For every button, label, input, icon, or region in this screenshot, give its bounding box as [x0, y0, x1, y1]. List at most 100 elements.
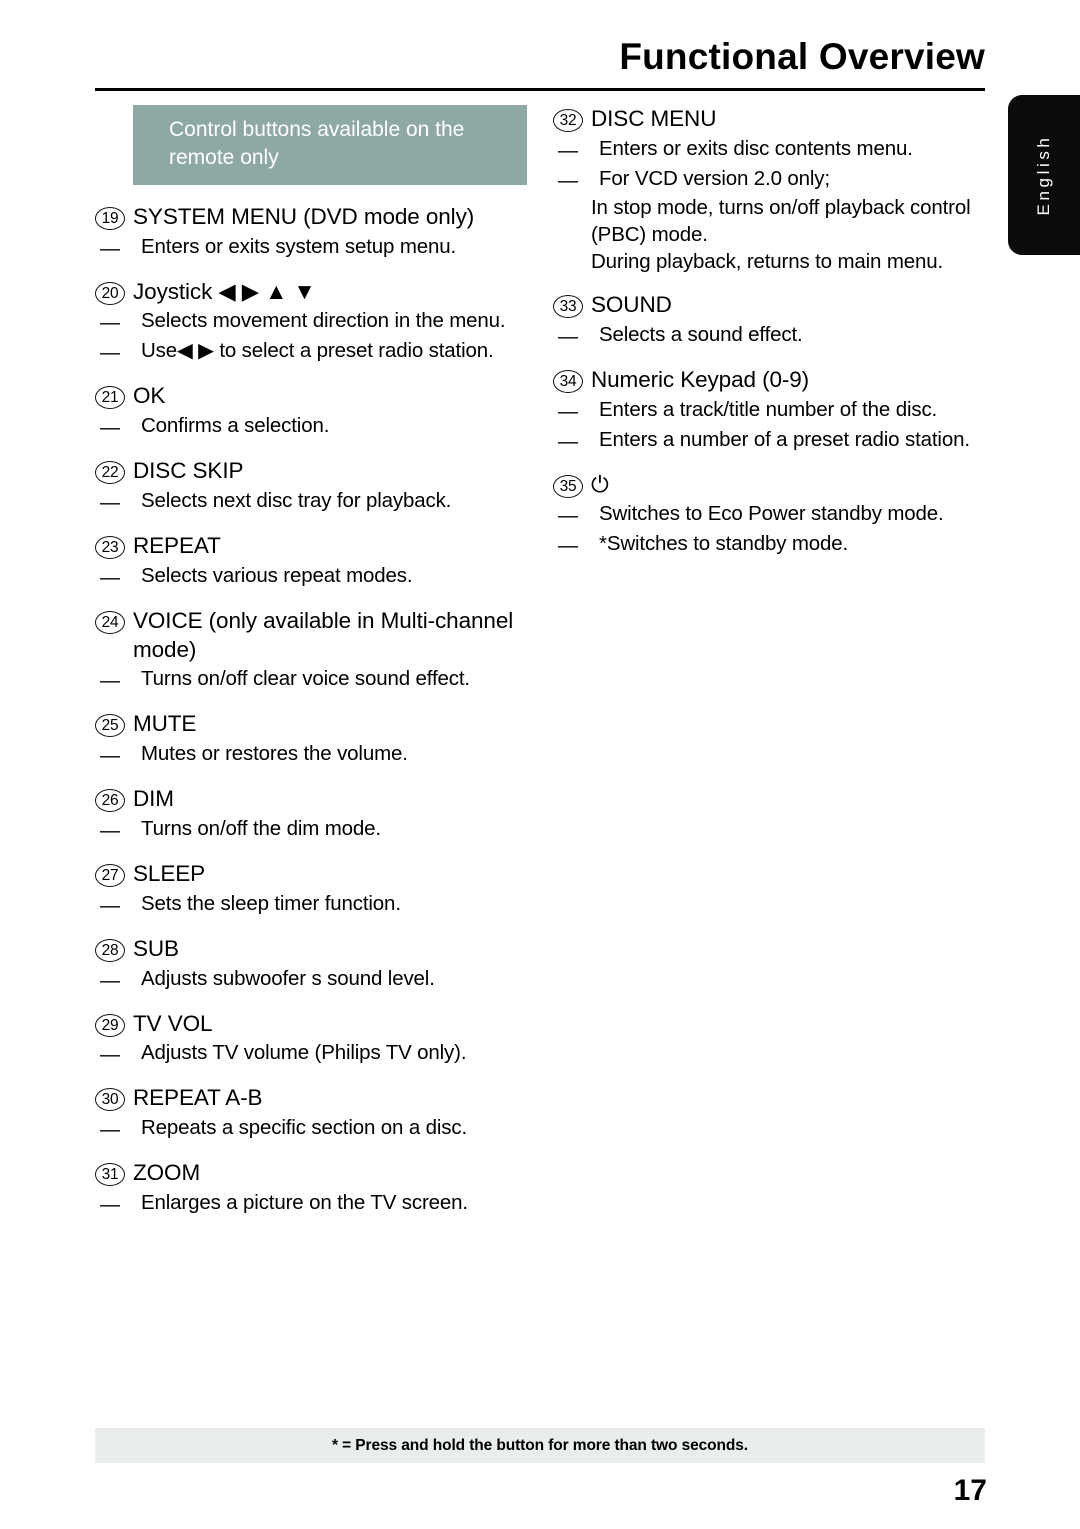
bullet-dash-icon: —: [100, 342, 120, 365]
circled-number-badge: 30: [95, 1088, 125, 1112]
function-bullet-text: Enters or exits system setup menu.: [141, 234, 457, 258]
function-bullet: — Enters a number of a preset radio stati…: [553, 426, 993, 455]
function-bullet: — Enlarges a picture on the TV screen.: [95, 1189, 527, 1218]
function-entry-header: 20 Joystick ◀ ▶ ▲ ▼: [95, 278, 527, 307]
function-bullet-text: *Switches to standby mode.: [599, 532, 849, 556]
function-entry: 32 DISC MENU — Enters or exits disc content…: [553, 105, 993, 275]
function-bullet: — Enters a track/title number of the disc…: [553, 396, 993, 425]
function-entry-label: DISC SKIP: [133, 458, 244, 484]
circled-number-badge: 35: [553, 474, 583, 498]
function-entry-label: SYSTEM MENU (DVD mode only): [133, 203, 475, 229]
circled-number-badge: 29: [95, 1013, 125, 1037]
bullet-dash-icon: —: [100, 969, 120, 992]
circled-number-badge: 32: [553, 109, 583, 132]
function-entry-header: 35 ⏻: [553, 471, 993, 500]
bullet-dash-icon: —: [558, 139, 578, 162]
function-entry: 33 SOUND — Selects a sound effect.: [553, 291, 993, 350]
bullet-dash-icon: —: [558, 430, 578, 453]
function-bullet: — Switches to Eco Power standby mode.: [553, 500, 993, 529]
function-entry: 30 REPEAT A-B — Repeats a specific section …: [95, 1084, 527, 1143]
function-entry-label: ⏻: [591, 471, 609, 497]
function-entry-header: 29 TV VOL: [95, 1010, 527, 1039]
function-bullet-text: Enters a track/title number of the disc.: [599, 397, 938, 421]
bullet-dash-icon: —: [100, 820, 120, 843]
function-continuation-text: In stop mode, turns on/off playback cont…: [591, 195, 971, 246]
function-entry-header: 30 REPEAT A-B: [95, 1084, 527, 1113]
bullet-dash-icon: —: [100, 745, 120, 768]
bullet-dash-icon: —: [100, 417, 120, 440]
function-entry: 34 Numeric Keypad (0-9) — Enters a track/ti…: [553, 366, 993, 455]
function-bullet-text: Repeats a specific section on a disc.: [141, 1116, 468, 1140]
function-bullet: — Turns on/off the dim mode.: [95, 815, 527, 844]
circled-number-badge: 33: [553, 294, 583, 318]
function-entry: 24 VOICE (only available in Multi-channel…: [95, 607, 527, 695]
bullet-dash-icon: —: [558, 325, 578, 348]
function-entry-header: 34 Numeric Keypad (0-9): [553, 366, 993, 395]
function-bullet: — Turns on/off clear voice sound effect.: [95, 665, 527, 694]
function-bullet-text: Mutes or restores the volume.: [141, 742, 408, 766]
bullet-dash-icon: —: [558, 505, 578, 528]
function-continuation-text: During playback, returns to main menu.: [591, 249, 944, 273]
function-entry: 25 MUTE — Mutes or restores the volume.: [95, 710, 527, 769]
right-entry-list: 32 DISC MENU — Enters or exits disc content…: [553, 105, 993, 559]
function-entry-label: ZOOM: [133, 1160, 201, 1186]
bullet-dash-icon: —: [100, 492, 120, 515]
function-bullet: — Selects a sound effect.: [553, 321, 993, 350]
page-number: 17: [953, 1474, 987, 1507]
function-entry-header: 21 OK: [95, 382, 527, 411]
language-tab-label: English: [1034, 134, 1053, 216]
function-entry-label: SUB: [133, 935, 179, 961]
callout-band: Control buttons available on the remote …: [133, 105, 527, 185]
function-bullet-text: Enlarges a picture on the TV screen.: [141, 1191, 468, 1214]
bullet-dash-icon: —: [100, 312, 120, 335]
circled-number-badge: 21: [95, 386, 125, 410]
function-entry-header: 25 MUTE: [95, 710, 527, 739]
page-title: Functional Overview: [619, 36, 985, 77]
function-entry-label: Numeric Keypad (0-9): [591, 366, 810, 392]
function-entry-label: VOICE (only available in Multi-channel m…: [133, 607, 514, 662]
function-entry-header: 32 DISC MENU: [553, 105, 993, 134]
title-divider: [95, 87, 985, 91]
function-entry: 27 SLEEP — Sets the sleep timer function.: [95, 860, 527, 919]
function-bullet-text: Selects a sound effect.: [599, 322, 803, 346]
function-bullet: — Enters or exits disc contents menu.: [553, 135, 993, 164]
bullet-dash-icon: —: [100, 894, 120, 917]
language-tab: English: [1008, 95, 1080, 255]
circled-number-badge: 25: [95, 714, 125, 738]
function-bullet-text: Selects various repeat modes.: [141, 563, 413, 587]
function-entry-label: SOUND: [591, 291, 672, 317]
function-bullet: — Confirms a selection.: [95, 412, 527, 441]
function-entry-label: DIM: [133, 786, 174, 812]
function-bullet-text: Use◀ ▶ to select a preset radio station.: [141, 339, 494, 363]
circled-number-badge: 22: [95, 461, 125, 485]
function-bullet: — For VCD version 2.0 only;: [553, 165, 993, 194]
function-bullet-text: Turns on/off the dim mode.: [141, 817, 381, 841]
function-bullet: — Adjusts subwoofer s sound level.: [95, 965, 527, 994]
function-entry-header: 28 SUB: [95, 935, 527, 964]
function-entry: 35 ⏻ — Switches to Eco Power standby mode. —…: [553, 471, 993, 560]
circled-number-badge: 24: [95, 610, 125, 634]
function-bullet: — Use◀ ▶ to select a preset radio station…: [95, 337, 527, 366]
footer-note-band: * = Press and hold the button for more t…: [95, 1428, 985, 1463]
circled-number-badge: 28: [95, 938, 125, 962]
function-bullet: — Selects various repeat modes.: [95, 562, 527, 591]
function-bullet: — Adjusts TV volume (Philips TV only).: [95, 1039, 527, 1068]
function-bullet: — Sets the sleep timer function.: [95, 890, 527, 919]
function-bullet: — Selects movement direction in the menu.: [95, 307, 527, 336]
function-entry: 31 ZOOM — Enlarges a picture on the TV scre…: [95, 1159, 527, 1218]
function-entry-header: 23 REPEAT: [95, 532, 527, 561]
function-bullet: — Enters or exits system setup menu.: [95, 233, 527, 262]
function-bullet-text: Turns on/off clear voice sound effect.: [141, 667, 470, 691]
circled-number-badge: 34: [553, 369, 583, 393]
function-entry: 21 OK — Confirms a selection.: [95, 382, 527, 441]
function-bullet: — Repeats a specific section on a disc.: [95, 1114, 527, 1143]
function-bullet: — Selects next disc tray for playback.: [95, 487, 527, 516]
function-entry-label: OK: [133, 383, 166, 409]
function-entry: 19 SYSTEM MENU (DVD mode only) — Enters or …: [95, 203, 527, 262]
circled-number-badge: 20: [95, 281, 125, 305]
function-entry-header: 26 DIM: [95, 785, 527, 814]
function-bullet-text: Sets the sleep timer function.: [141, 891, 401, 915]
bullet-dash-icon: —: [100, 237, 120, 260]
function-bullet-text: Switches to Eco Power standby mode.: [599, 502, 944, 526]
right-column: 32 DISC MENU — Enters or exits disc content…: [553, 105, 993, 575]
